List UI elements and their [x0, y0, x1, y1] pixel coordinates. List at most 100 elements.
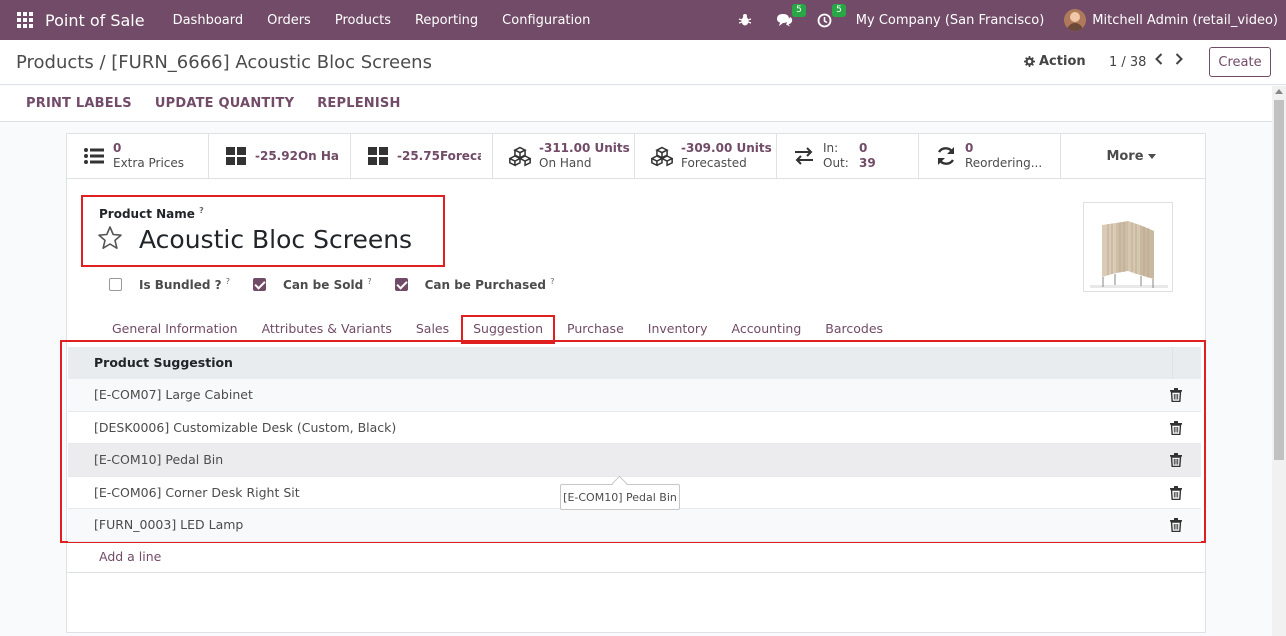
user-avatar[interactable] [1064, 9, 1087, 31]
notebook-tabs: General Information Attributes & Variant… [100, 310, 895, 344]
table-row[interactable]: [DESK0006] Customizable Desk (Custom, Bl… [68, 411, 1201, 444]
menu-products[interactable]: Products [323, 13, 403, 28]
app-name[interactable]: Point of Sale [45, 11, 145, 30]
activities-badge: 5 [832, 4, 846, 17]
out-label: Out: [823, 156, 849, 170]
control-panel: Products / [FURN_6666] Acoustic Bloc Scr… [0, 40, 1286, 85]
trash-icon[interactable] [1170, 485, 1182, 500]
trash-icon[interactable] [1170, 388, 1182, 402]
reordering-value: 0 [965, 141, 974, 155]
extra-prices-value: 0 [113, 141, 122, 155]
header-actions-cell [1172, 347, 1201, 379]
create-button[interactable]: Create [1209, 47, 1271, 77]
scroll-thumb[interactable] [1274, 100, 1284, 460]
menu-orders[interactable]: Orders [255, 13, 323, 28]
menu-configuration[interactable]: Configuration [490, 13, 602, 28]
trash-icon[interactable] [1170, 453, 1182, 467]
pager-next-icon[interactable] [1175, 53, 1183, 69]
table-row[interactable]: [E-COM07] Large Cabinet [68, 379, 1201, 412]
smart-reordering[interactable]: 0 Reordering... [919, 134, 1061, 178]
user-menu[interactable]: Mitchell Admin (retail_video) [1092, 13, 1278, 28]
suggestion-product[interactable]: [FURN_0003] LED Lamp [94, 517, 243, 532]
smart-forecast[interactable]: -25.75Forecas [351, 134, 493, 178]
form-sheet: 0Extra Prices -25.92On Han -25.75Forecas… [60, 133, 1206, 633]
trash-icon[interactable] [1170, 420, 1182, 435]
trash-icon[interactable] [1170, 518, 1182, 532]
page-scrollbar[interactable] [1272, 86, 1286, 636]
can-be-purchased-checkbox[interactable] [394, 278, 408, 291]
smart-units-forecasted[interactable]: -309.00 Units Forecasted [635, 134, 777, 178]
smart-on-hand[interactable]: -25.92On Han [209, 134, 351, 178]
navbar-systray: 5 5 My Company (San Francisco) Mitchell … [736, 0, 1286, 40]
cubes-grid-icon [368, 147, 388, 165]
company-switcher[interactable]: My Company (San Francisco) [856, 13, 1044, 28]
suggestion-table-header: Product Suggestion [68, 347, 1172, 379]
units-on-hand-label: On Hand [539, 156, 592, 170]
activities-clock-icon[interactable]: 5 [816, 4, 846, 29]
breadcrumb-separator: / [99, 52, 106, 73]
in-value: 0 [859, 141, 868, 155]
row-tooltip: [E-COM10] Pedal Bin [560, 484, 680, 510]
cubes-grid-icon [226, 147, 246, 165]
replenish-button[interactable]: REPLENISH [317, 96, 400, 111]
can-be-sold-checkbox[interactable] [253, 278, 267, 291]
pager-previous-icon[interactable] [1155, 53, 1163, 69]
cubes-icon [651, 146, 673, 167]
suggestion-table-highlight: Product Suggestion [E-COM07] Large Cabin… [60, 340, 1206, 543]
exchange-arrows-icon [795, 147, 813, 165]
breadcrumb-current: [FURN_6666] Acoustic Bloc Screens [111, 52, 432, 73]
on-hand-value: -25.92On Han [255, 148, 339, 163]
table-row[interactable]: [E-COM10] Pedal Bin [68, 444, 1201, 477]
more-label: More [1106, 148, 1144, 164]
suggestion-product[interactable]: [DESK0006] Customizable Desk (Custom, Bl… [94, 420, 396, 435]
product-name-field[interactable]: Acoustic Bloc Screens [139, 225, 412, 254]
scroll-up-arrow-icon[interactable] [1275, 89, 1283, 94]
out-value: 39 [859, 156, 876, 170]
smart-units-on-hand[interactable]: -311.00 Units On Hand [493, 134, 635, 178]
breadcrumb-products-link[interactable]: Products [16, 52, 94, 73]
update-quantity-button[interactable]: UPDATE QUANTITY [155, 96, 294, 111]
smart-extra-prices[interactable]: 0 Extra Prices [67, 134, 209, 178]
is-bundled-checkbox[interactable] [109, 278, 122, 291]
menu-reporting[interactable]: Reporting [403, 13, 490, 28]
top-navbar: Point of Sale Dashboard Orders Products … [0, 0, 1286, 40]
section-divider [67, 572, 1205, 573]
help-mark: ? [199, 206, 204, 215]
product-name-highlight: Product Name ? Acoustic Bloc Screens [81, 195, 445, 267]
pager-value[interactable]: 1 / 38 [1109, 55, 1146, 70]
is-bundled-label: Is Bundled ? ? [139, 277, 231, 292]
cubes-icon [509, 146, 531, 167]
messages-icon[interactable]: 5 [776, 4, 806, 29]
suggestion-product[interactable]: [E-COM06] Corner Desk Right Sit [94, 485, 300, 500]
smart-in-out[interactable]: In: 0 Out: 39 [777, 134, 919, 178]
favorite-star-icon[interactable] [97, 225, 123, 251]
table-row[interactable]: [FURN_0003] LED Lamp [68, 509, 1201, 542]
more-smart-buttons[interactable]: More [1061, 134, 1201, 178]
list-icon [84, 148, 104, 164]
breadcrumb: Products / [FURN_6666] Acoustic Bloc Scr… [16, 52, 432, 73]
refresh-icon [937, 147, 955, 165]
apps-menu-icon[interactable] [17, 12, 33, 28]
can-be-sold-label: Can be Sold ? [283, 277, 372, 292]
units-forecasted-value: -309.00 Units [681, 141, 772, 155]
form-statusbar: PRINT LABELS UPDATE QUANTITY REPLENISH [0, 86, 1286, 122]
action-button[interactable]: Action [1024, 54, 1086, 69]
product-image[interactable] [1083, 202, 1173, 292]
suggestion-product[interactable]: [E-COM07] Large Cabinet [94, 387, 253, 402]
suggestion-product[interactable]: [E-COM10] Pedal Bin [94, 452, 223, 467]
product-flags: Is Bundled ? ? Can be Sold ? Can be Purc… [109, 277, 577, 292]
product-name-label: Product Name ? [99, 206, 204, 221]
suggestion-rows: [E-COM07] Large Cabinet [DESK0006] Custo… [68, 379, 1201, 542]
bug-icon[interactable] [736, 11, 754, 29]
add-line-link[interactable]: Add a line [99, 549, 161, 564]
gear-icon [1024, 56, 1035, 67]
units-on-hand-value: -311.00 Units [539, 141, 630, 155]
action-label: Action [1039, 54, 1086, 69]
print-labels-button[interactable]: PRINT LABELS [26, 96, 132, 111]
acoustic-screen-image [1090, 221, 1168, 288]
forecast-value: -25.75Forecas [397, 148, 481, 163]
menu-dashboard[interactable]: Dashboard [161, 13, 256, 28]
can-be-purchased-label: Can be Purchased ? [424, 277, 555, 292]
in-label: In: [823, 141, 839, 155]
product-suggestion-column[interactable]: Product Suggestion [94, 355, 233, 370]
